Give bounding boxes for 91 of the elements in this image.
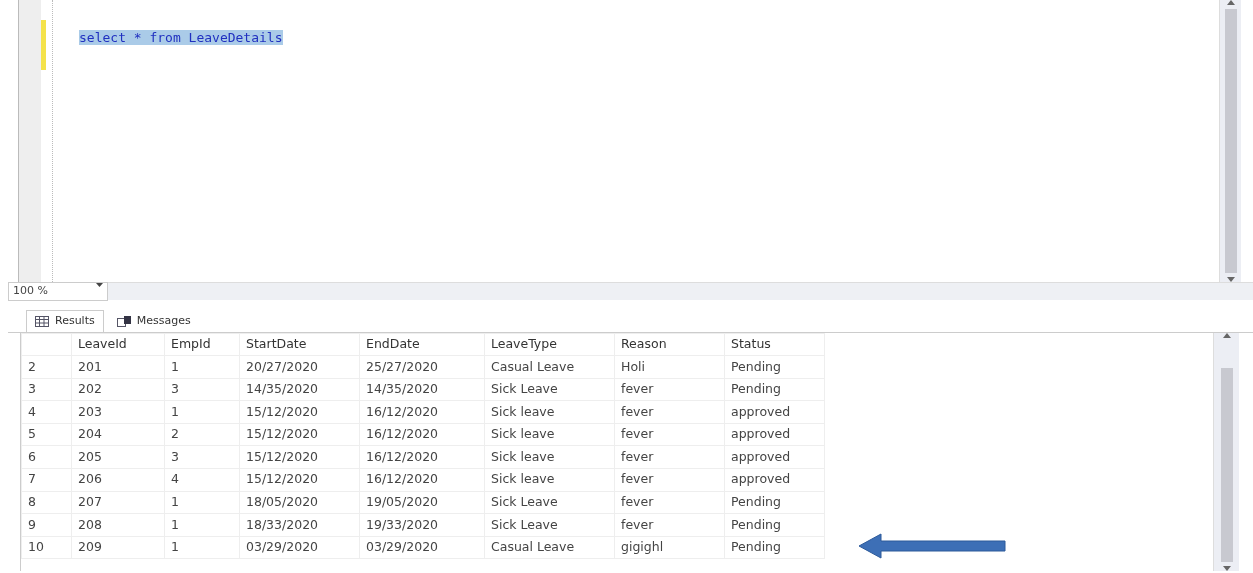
- row-number: 6: [21, 445, 72, 469]
- table-cell: 19/33/2020: [359, 513, 485, 537]
- table-cell: fever: [614, 513, 725, 537]
- tab[interactable]: Results: [26, 310, 104, 332]
- editor-scrollbar[interactable]: [1219, 0, 1241, 282]
- table-cell: fever: [614, 491, 725, 514]
- column-header: Reason: [614, 333, 725, 356]
- table-cell: Sick leave: [484, 423, 615, 446]
- table-cell: fever: [614, 378, 725, 401]
- table-cell: fever: [614, 423, 725, 446]
- tab[interactable]: Messages: [107, 310, 200, 332]
- table-cell: 207: [71, 491, 165, 514]
- table-cell: 205: [71, 445, 165, 469]
- table-cell: 03/29/2020: [239, 536, 360, 559]
- table-cell: approved: [724, 423, 825, 446]
- table-cell: 4: [164, 468, 240, 492]
- row-number: 8: [21, 491, 72, 514]
- table-cell: 03/29/2020: [359, 536, 485, 559]
- table-cell: 1: [164, 536, 240, 559]
- column-header: StartDate: [239, 333, 360, 356]
- table-cell: 201: [71, 355, 165, 379]
- table-cell: 15/12/2020: [239, 445, 360, 469]
- table-cell: 1: [164, 400, 240, 424]
- change-marker: [41, 19, 46, 70]
- table-cell: 2: [164, 423, 240, 446]
- table-cell: Sick Leave: [484, 513, 615, 537]
- row-number: 2: [21, 355, 72, 379]
- table-cell: 3: [164, 445, 240, 469]
- table-cell: 16/12/2020: [359, 400, 485, 424]
- column-header: EndDate: [359, 333, 485, 356]
- table-cell: 20/27/2020: [239, 355, 360, 379]
- table-cell: 208: [71, 513, 165, 537]
- column-header: EmpId: [164, 333, 240, 356]
- table-cell: 14/35/2020: [359, 378, 485, 401]
- table-cell: approved: [724, 468, 825, 492]
- scroll-up-icon: [1222, 332, 1231, 338]
- grid-icon: [35, 315, 49, 327]
- table-cell: approved: [724, 400, 825, 424]
- table-cell: 25/27/2020: [359, 355, 485, 379]
- row-number: 10: [21, 536, 72, 559]
- table-cell: Sick leave: [484, 468, 615, 492]
- table-cell: Sick Leave: [484, 491, 615, 514]
- table-cell: Casual Leave: [484, 536, 615, 559]
- scroll-down-icon: [1222, 565, 1231, 571]
- table-cell: fever: [614, 468, 725, 492]
- table-cell: Pending: [724, 491, 825, 514]
- table-cell: Pending: [724, 536, 825, 559]
- zoom-dropdown[interactable]: 100 %: [8, 282, 108, 301]
- table-cell: 206: [71, 468, 165, 492]
- table-cell: gigighl: [614, 536, 725, 559]
- table-cell: Holi: [614, 355, 725, 379]
- column-header: LeaveType: [484, 333, 615, 356]
- table-cell: Sick leave: [484, 400, 615, 424]
- row-number: 5: [21, 423, 72, 446]
- table-cell: Pending: [724, 355, 825, 379]
- table-cell: 1: [164, 513, 240, 537]
- table-cell: 14/35/2020: [239, 378, 360, 401]
- table-cell: Sick Leave: [484, 378, 615, 401]
- table-cell: approved: [724, 445, 825, 469]
- table-cell: Sick leave: [484, 445, 615, 469]
- table-cell: 15/12/2020: [239, 400, 360, 424]
- table-cell: 16/12/2020: [359, 445, 485, 469]
- table-cell: 15/12/2020: [239, 423, 360, 446]
- table-cell: 16/12/2020: [359, 468, 485, 492]
- dropdown-icon: [96, 283, 103, 288]
- scroll-up-icon: [1226, 0, 1235, 5]
- row-number: 7: [21, 468, 72, 492]
- column-header: Status: [724, 333, 825, 356]
- table-cell: 16/12/2020: [359, 423, 485, 446]
- table-cell: 18/05/2020: [239, 491, 360, 514]
- table-cell: 1: [164, 355, 240, 379]
- table-cell: 15/12/2020: [239, 468, 360, 492]
- column-header: LeaveId: [71, 333, 165, 356]
- table-cell: 1: [164, 491, 240, 514]
- table-cell: 204: [71, 423, 165, 446]
- table-cell: Casual Leave: [484, 355, 615, 379]
- message-icon: [116, 315, 131, 327]
- table-cell: 3: [164, 378, 240, 401]
- table-cell: 209: [71, 536, 165, 559]
- results-scrollbar[interactable]: [1213, 332, 1239, 571]
- table-cell: Pending: [724, 513, 825, 537]
- table-cell: 19/05/2020: [359, 491, 485, 514]
- table-cell: fever: [614, 400, 725, 424]
- table-cell: 203: [71, 400, 165, 424]
- row-number: 3: [21, 378, 72, 401]
- table-cell: 202: [71, 378, 165, 401]
- row-number: 9: [21, 513, 72, 537]
- table-cell: fever: [614, 445, 725, 469]
- table-cell: 18/33/2020: [239, 513, 360, 537]
- row-number: 4: [21, 400, 72, 424]
- table-cell: Pending: [724, 378, 825, 401]
